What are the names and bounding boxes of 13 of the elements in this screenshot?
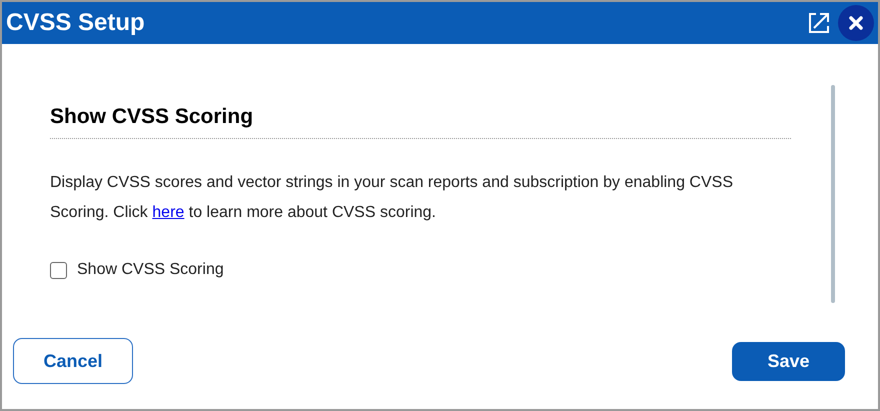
window-title: CVSS Setup xyxy=(6,11,145,35)
scrollbar[interactable] xyxy=(831,85,835,303)
close-button[interactable] xyxy=(838,5,874,41)
learn-more-link[interactable]: here xyxy=(152,204,184,221)
section-heading: Show CVSS Scoring xyxy=(50,106,791,139)
pop-out-button[interactable] xyxy=(806,10,832,36)
show-cvss-checkbox[interactable] xyxy=(50,262,67,278)
cancel-button[interactable]: Cancel xyxy=(13,338,133,384)
pop-out-icon xyxy=(807,11,831,35)
description-text: Display CVSS scores and vector strings in your scan reports and subscription by enabling CVSS Scoring. Click here to learn more about CVSS scoring. xyxy=(50,173,734,223)
checkbox-label: Show CVSS Scoring xyxy=(77,260,224,280)
save-button[interactable]: Save xyxy=(732,342,845,380)
close-icon xyxy=(848,15,864,31)
